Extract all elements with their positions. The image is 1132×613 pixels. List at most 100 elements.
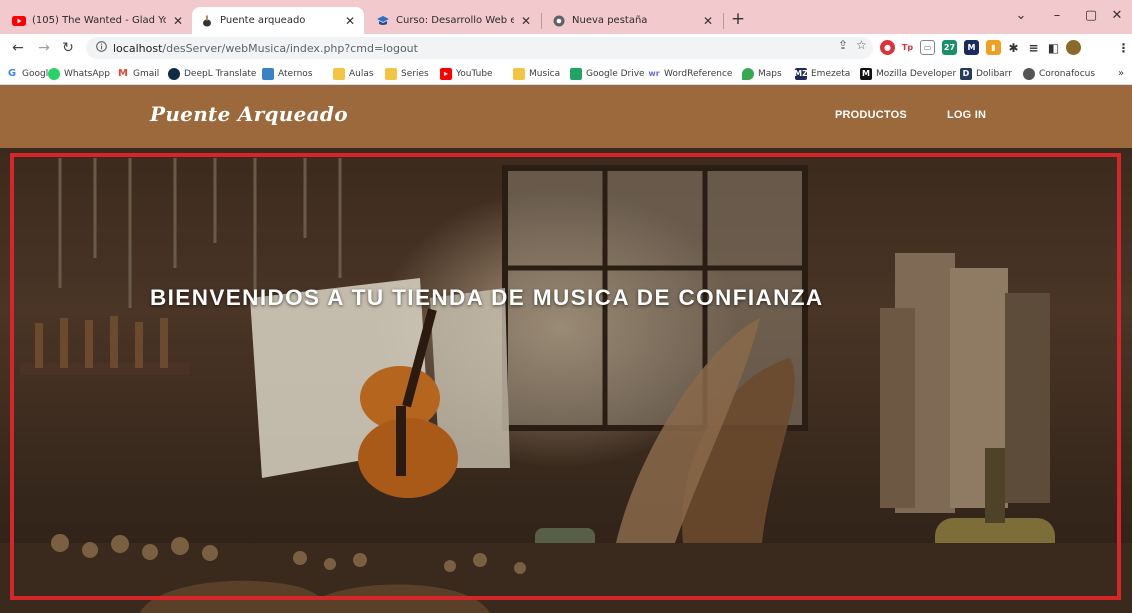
aternos-icon bbox=[262, 67, 274, 80]
side-panel-icon[interactable]: ◧ bbox=[1046, 40, 1061, 55]
youtube-icon: ▸ bbox=[440, 67, 452, 80]
folder-icon bbox=[513, 67, 525, 80]
tab-separator bbox=[541, 13, 542, 29]
deepl-icon bbox=[168, 67, 180, 80]
bookmark-wordreference[interactable]: wr WordReference bbox=[648, 66, 732, 81]
reload-button[interactable]: ↻ bbox=[58, 38, 78, 58]
bookmark-deepl[interactable]: DeepL Translate bbox=[168, 66, 256, 81]
bookmark-google[interactable]: G Google bbox=[6, 66, 54, 81]
address-bar[interactable]: localhost/desServer/webMusica/index.php?… bbox=[86, 37, 873, 59]
bookmark-label: Aternos bbox=[278, 68, 313, 79]
chrome-icon bbox=[1023, 67, 1035, 80]
youtube-icon bbox=[12, 14, 26, 28]
bookmark-emezeta[interactable]: MZ Emezeta bbox=[794, 66, 851, 81]
tab-title: Puente arqueado bbox=[220, 15, 306, 26]
bookmark-label: WordReference bbox=[664, 68, 733, 79]
tab-curso[interactable]: Curso: Desarrollo Web en Entorn ✕ bbox=[368, 7, 540, 34]
drive-icon bbox=[570, 67, 582, 80]
bookmark-star-icon[interactable]: ☆ bbox=[856, 38, 867, 52]
bookmarks-bar: G Google WhatsApp M Gmail DeepL Translate … bbox=[0, 62, 1132, 85]
tab-close-icon[interactable]: ✕ bbox=[702, 14, 714, 28]
bookmark-label: Aulas bbox=[349, 68, 374, 79]
bookmark-whatsapp[interactable]: WhatsApp bbox=[48, 66, 110, 81]
tab-separator bbox=[723, 13, 724, 29]
tab-title: Nueva pestaña bbox=[572, 15, 648, 26]
bookmark-label: DeepL Translate bbox=[184, 68, 257, 79]
bookmark-label: Maps bbox=[758, 68, 782, 79]
folder-icon bbox=[333, 67, 345, 80]
whatsapp-icon bbox=[48, 67, 60, 80]
tab-youtube[interactable]: (105) The Wanted - Glad You Ca ✕ bbox=[4, 7, 192, 34]
google-icon: G bbox=[7, 68, 17, 79]
bookmark-label: YouTube bbox=[456, 68, 493, 79]
hero-highlight-frame bbox=[10, 153, 1121, 600]
bookmark-aulas[interactable]: Aulas bbox=[333, 66, 374, 81]
bookmark-mozilla[interactable]: M Mozilla Developer bbox=[860, 66, 956, 81]
more-menu-icon[interactable]: ⋮ bbox=[1116, 40, 1131, 55]
bookmark-label: WhatsApp bbox=[64, 68, 110, 79]
bookmark-label: Dolibarr bbox=[976, 68, 1012, 79]
url-text: localhost/desServer/webMusica/index.php?… bbox=[113, 42, 418, 55]
emezeta-icon: MZ bbox=[794, 67, 808, 80]
bookmark-google-drive[interactable]: Google Drive bbox=[570, 66, 645, 81]
tab-close-icon[interactable]: ✕ bbox=[344, 14, 356, 28]
hero-banner: BIENVENIDOS A TU TIENDA DE MUSICA DE CON… bbox=[0, 148, 1132, 613]
back-button[interactable]: ← bbox=[8, 38, 28, 58]
site-brand-logo[interactable]: Puente Arqueado bbox=[150, 102, 348, 126]
page-icon bbox=[200, 14, 214, 28]
bookmark-label: Coronafocus bbox=[1039, 68, 1096, 79]
extension-icon[interactable]: ▭ bbox=[920, 40, 935, 55]
bookmark-coronafocus[interactable]: Coronafocus bbox=[1023, 66, 1095, 81]
tab-nueva-pestana[interactable]: Nueva pestaña ✕ bbox=[544, 7, 722, 34]
nav-link-login[interactable]: LOG IN bbox=[947, 109, 986, 121]
hero-title: BIENVENIDOS A TU TIENDA DE MUSICA DE CON… bbox=[150, 285, 824, 310]
new-tab-button[interactable]: + bbox=[728, 10, 748, 30]
moodle-icon bbox=[376, 14, 390, 28]
bookmark-label: Series bbox=[401, 68, 429, 79]
tab-title: Curso: Desarrollo Web en Entorn bbox=[396, 15, 514, 26]
minimize-button[interactable]: – bbox=[1040, 8, 1074, 28]
folder-icon bbox=[385, 67, 397, 80]
forward-button[interactable]: → bbox=[34, 38, 54, 58]
browser-toolbar: ← → ↻ localhost/desServer/webMusica/inde… bbox=[0, 34, 1132, 62]
share-icon[interactable]: ⇪ bbox=[838, 38, 848, 52]
bookmark-label: Gmail bbox=[133, 68, 160, 79]
bookmarks-overflow-icon[interactable]: » bbox=[1118, 66, 1124, 81]
avatar[interactable] bbox=[1066, 40, 1081, 55]
web-page: Puente Arqueado PRODUCTOS LOG IN BIENVEN… bbox=[0, 85, 1132, 613]
site-navbar: Puente Arqueado PRODUCTOS LOG IN bbox=[0, 85, 1132, 148]
url-path: /desServer/webMusica/index.php?cmd=logou… bbox=[162, 41, 418, 55]
bookmark-gmail[interactable]: M Gmail bbox=[117, 66, 159, 81]
extension-icon[interactable]: ● bbox=[880, 40, 895, 55]
tab-close-icon[interactable]: ✕ bbox=[172, 14, 184, 28]
extension-icon[interactable]: M bbox=[964, 40, 979, 55]
bookmark-maps[interactable]: Maps bbox=[742, 66, 782, 81]
info-icon[interactable] bbox=[96, 41, 107, 55]
maps-icon bbox=[742, 67, 754, 80]
reading-list-icon[interactable]: ≡ bbox=[1026, 40, 1041, 55]
tab-search-chevron-icon[interactable]: ⌄ bbox=[1004, 8, 1038, 28]
bookmark-series[interactable]: Series bbox=[385, 66, 429, 81]
tab-close-icon[interactable]: ✕ bbox=[520, 14, 532, 28]
gmail-icon: M bbox=[118, 68, 128, 79]
bookmark-aternos[interactable]: Aternos bbox=[262, 66, 313, 81]
close-window-button[interactable]: ✕ bbox=[1100, 8, 1132, 28]
bookmark-youtube[interactable]: ▸ YouTube bbox=[440, 66, 493, 81]
url-host: localhost bbox=[113, 41, 163, 55]
bookmark-label: Emezeta bbox=[811, 68, 851, 79]
bookmark-label: Google Drive bbox=[586, 68, 645, 79]
tab-puente-arqueado[interactable]: Puente arqueado ✕ bbox=[192, 7, 364, 34]
bookmark-musica[interactable]: Musica bbox=[513, 66, 560, 81]
bookmark-dolibarr[interactable]: D Dolibarr bbox=[960, 66, 1012, 81]
chrome-icon bbox=[552, 14, 566, 28]
bookmark-label: Mozilla Developer bbox=[876, 68, 957, 79]
extension-icon[interactable]: ▮ bbox=[986, 40, 1001, 55]
bookmark-label: Musica bbox=[529, 68, 561, 79]
nav-link-productos[interactable]: PRODUCTOS bbox=[835, 109, 907, 121]
extension-icon[interactable]: 27 bbox=[942, 40, 957, 55]
dolibarr-icon: D bbox=[960, 67, 972, 80]
puzzle-icon[interactable]: ✱ bbox=[1006, 40, 1021, 55]
mdn-icon: M bbox=[860, 67, 872, 80]
extension-icon[interactable]: Tp bbox=[900, 40, 915, 55]
tab-title: (105) The Wanted - Glad You Ca bbox=[32, 15, 166, 26]
